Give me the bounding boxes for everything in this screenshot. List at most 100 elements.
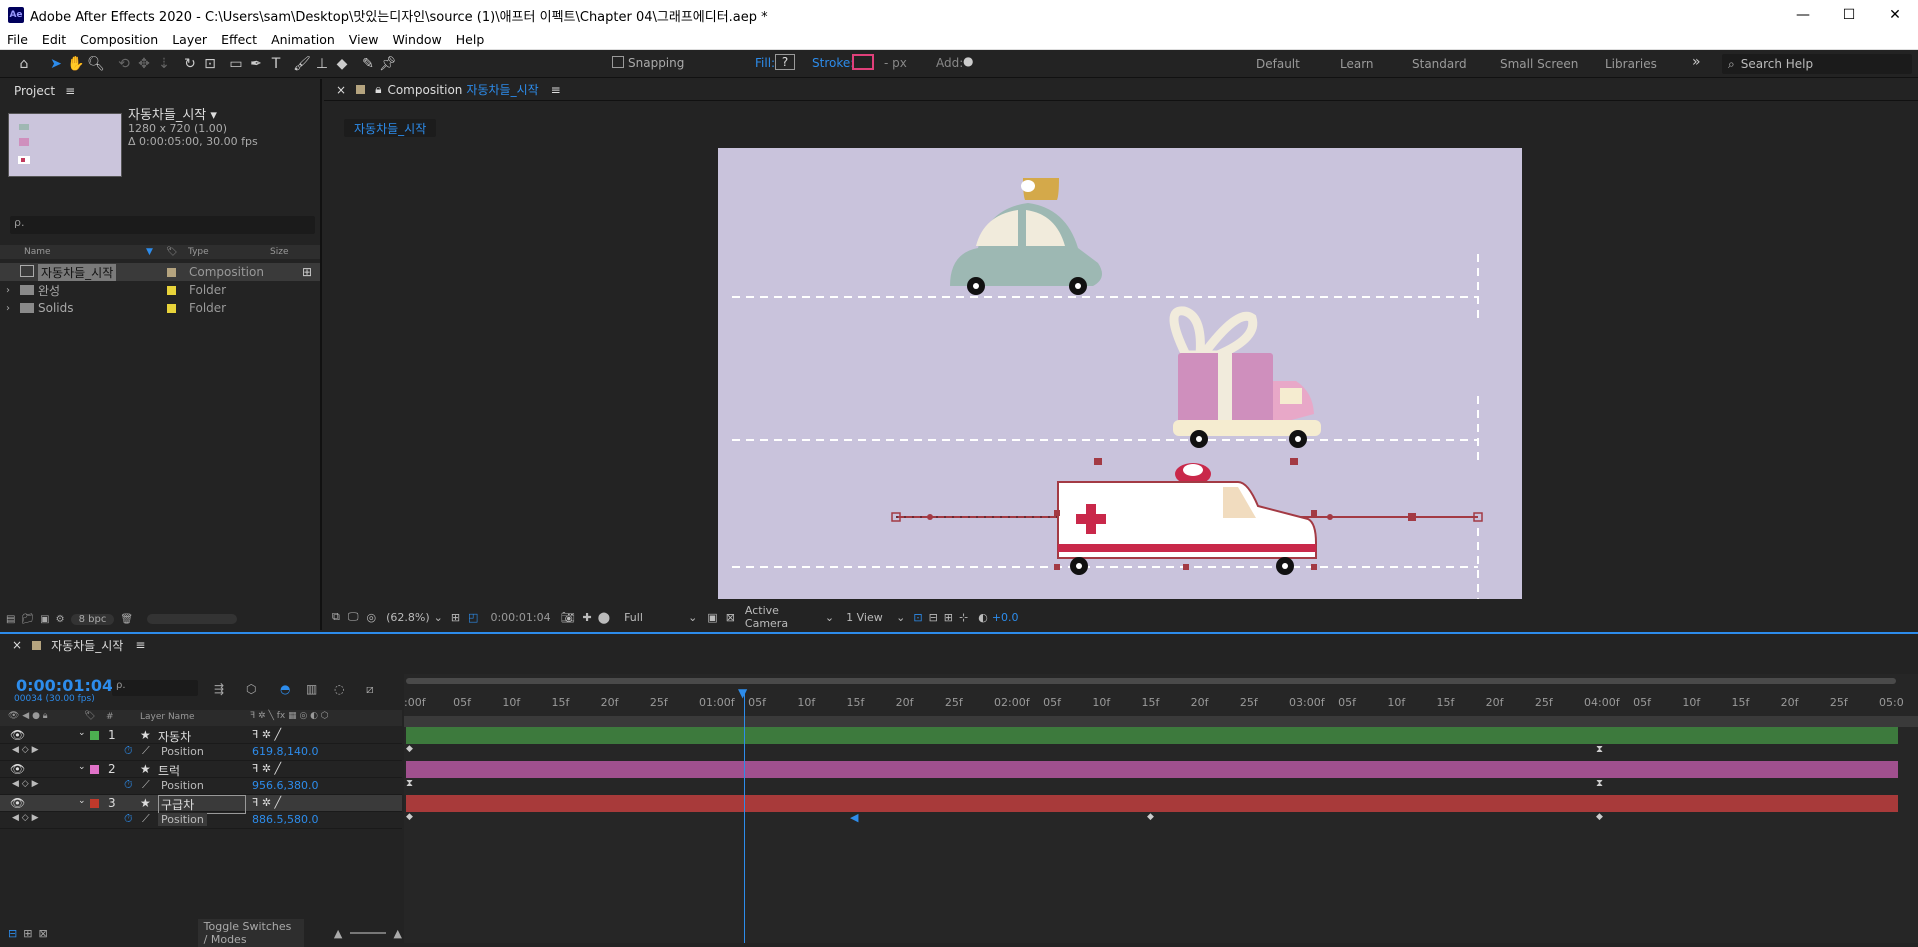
keyframe-icon[interactable]: ◆ (1596, 812, 1603, 822)
interpret-footage-icon[interactable]: ▤ (6, 614, 15, 625)
label-swatch[interactable] (90, 799, 99, 808)
exposure-icon[interactable]: ◐ (978, 611, 988, 624)
layer-switches-icon[interactable]: ⊞ (23, 927, 32, 940)
graph-icon[interactable]: ⟋ (142, 812, 150, 826)
timeline-tracks[interactable]: :00f 05f 10f 15f 20f 25f 01:00f 05f 10f 15f 20f 25f… (404, 674, 1918, 943)
zoom-slider[interactable] (350, 932, 386, 934)
current-time[interactable]: 0:00:01:04 (490, 611, 550, 624)
comp-viewer-canvas[interactable] (718, 148, 1522, 599)
maximize-button[interactable]: ☐ (1826, 0, 1872, 30)
comp-tab-name[interactable]: 자동차들_시작 (466, 81, 538, 98)
menu-effect[interactable]: Effect (214, 32, 264, 47)
project-search-input[interactable]: ρ. (10, 216, 315, 234)
layer-switches[interactable]: ꟻ ✲ ╱ (252, 796, 281, 809)
shy-layers-icon[interactable]: ◓ (280, 682, 290, 696)
new-comp-icon[interactable]: ▣ (40, 614, 49, 625)
snapping-checkbox[interactable] (612, 56, 624, 68)
collapse-arrow-icon[interactable]: ⌄ (78, 796, 86, 806)
selection-tool-icon[interactable]: ➤ (46, 54, 66, 74)
comp-tab-label[interactable]: Composition (387, 83, 462, 97)
zoom-out-icon[interactable]: ▲ (334, 927, 342, 940)
monitor-icon[interactable]: 🖵︎ (348, 610, 359, 624)
layer-name-header[interactable]: Layer Name (140, 712, 195, 722)
label-swatch[interactable] (90, 765, 99, 774)
property-value[interactable]: 956.6,380.0 (252, 779, 318, 792)
collapse-arrow-icon[interactable]: ⌄ (78, 728, 86, 738)
menu-composition[interactable]: Composition (73, 32, 165, 47)
render-time-icon[interactable]: ⊟ (8, 927, 17, 940)
layer-bar-ambulance[interactable] (406, 795, 1898, 812)
collapse-arrow-icon[interactable]: ⌄ (78, 762, 86, 772)
zoom-level[interactable]: (62.8%) (386, 611, 430, 624)
keyframe-icon[interactable]: ◆ (406, 812, 413, 822)
keyframe-icon[interactable]: ⧗ (1596, 744, 1603, 755)
panel-menu-icon[interactable]: ≡ (65, 84, 75, 98)
graph-icon[interactable]: ⟋ (142, 778, 150, 792)
property-value[interactable]: 886.5,580.0 (252, 813, 318, 826)
region-icon[interactable]: ◰ (468, 611, 478, 624)
visibility-icon[interactable]: 👁︎ (10, 796, 25, 810)
visibility-icon[interactable]: 👁︎ (10, 762, 25, 776)
keyframe-navigator[interactable]: ◀ ◇ ▶ (12, 745, 39, 755)
draft-3d-icon[interactable]: ⊟ (929, 611, 938, 624)
fill-swatch[interactable]: ? (775, 54, 795, 70)
toggle-pixel-icon[interactable]: ⊡ (913, 611, 922, 624)
comp-mini-flowchart-icon[interactable]: ⇶ (214, 682, 224, 696)
label-swatch[interactable] (167, 286, 176, 295)
keyframe-icon-selected[interactable]: ◀ (850, 811, 858, 824)
time-ruler[interactable]: :00f 05f 10f 15f 20f 25f 01:00f 05f 10f 15f 20f 25f… (404, 674, 1918, 714)
panel-menu-icon[interactable]: ≡ (551, 83, 561, 97)
menu-view[interactable]: View (342, 32, 386, 47)
sort-icon[interactable]: ▼ (146, 247, 153, 257)
zoom-in-icon[interactable]: ▲ (394, 927, 402, 940)
project-item-comp[interactable]: 자동차들_시작 Composition ⊞ (0, 263, 320, 281)
workspace-standard[interactable]: Standard (1412, 57, 1467, 71)
clone-stamp-tool-icon[interactable]: ⊥ (312, 54, 332, 74)
flowchart-icon[interactable]: ⊹ (959, 611, 968, 624)
chevron-down-icon[interactable]: ⌄ (688, 611, 697, 624)
more-workspaces-icon[interactable]: » (1692, 54, 1701, 70)
channel-icon[interactable]: ✚ (583, 611, 592, 624)
stroke-swatch[interactable] (852, 54, 874, 70)
timeline-search-input[interactable]: ρ. (112, 680, 198, 696)
menu-window[interactable]: Window (385, 32, 448, 47)
pan-behind-tool-icon[interactable]: ⊡ (200, 54, 220, 74)
expand-arrow-icon[interactable]: › (6, 285, 10, 296)
orbit-tool-icon[interactable]: ⟲ (114, 54, 134, 74)
close-button[interactable]: ✕ (1872, 0, 1918, 30)
rotate-tool-icon[interactable]: ↻ (180, 54, 200, 74)
menu-help[interactable]: Help (449, 32, 492, 47)
col-name[interactable]: Name (24, 247, 51, 257)
work-area-range[interactable] (404, 716, 1918, 727)
graph-icon[interactable]: ⟋ (142, 744, 150, 758)
label-swatch[interactable] (167, 304, 176, 313)
new-folder-icon[interactable]: 📁︎ (21, 614, 34, 625)
keyframe-icon[interactable]: ◆ (1147, 812, 1154, 822)
puppet-tool-icon[interactable]: 📌︎ (378, 54, 398, 74)
layer-switches[interactable]: ꟻ ✲ ╱ (252, 728, 281, 741)
close-tab-icon[interactable]: × (336, 83, 346, 97)
frame-blending-icon[interactable]: ▥ (306, 682, 317, 696)
camera-select[interactable]: Active Camera (745, 604, 825, 630)
work-area-bar[interactable] (406, 678, 1896, 684)
rectangle-tool-icon[interactable]: ▭ (226, 54, 246, 74)
label-column-icon[interactable]: 🏷︎ (84, 711, 95, 721)
project-item-folder[interactable]: › Solids Folder (0, 299, 320, 317)
motion-blur-icon[interactable]: ◌ (334, 682, 344, 696)
color-channel-icon[interactable]: ⬤ (598, 611, 610, 624)
minimize-button[interactable]: — (1780, 0, 1826, 30)
keyframe-icon[interactable]: ⧗ (1596, 778, 1603, 789)
layer-row[interactable]: 👁︎ ⌄ 2 ★ 트럭 ꟻ ✲ ╱ (0, 761, 402, 778)
flowchart-icon[interactable]: ⊞ (302, 265, 312, 279)
pen-tool-icon[interactable]: ✒ (246, 54, 266, 74)
workspace-small-screen[interactable]: Small Screen (1500, 57, 1578, 71)
camera-snapshot-icon[interactable]: 📷︎ (561, 611, 575, 624)
chevron-down-icon[interactable]: ⌄ (434, 611, 443, 624)
draft-3d-icon[interactable]: ⬡ (246, 682, 256, 696)
label-icon[interactable]: 🏷︎ (166, 247, 177, 257)
adjust-settings-icon[interactable]: ⚙ (56, 614, 65, 625)
timeline-tab-name[interactable]: 자동차들_시작 (51, 637, 123, 654)
keyframe-navigator[interactable]: ◀ ◇ ▶ (12, 779, 39, 789)
stopwatch-icon[interactable]: ⏱︎ (124, 812, 133, 826)
layer-bar-truck[interactable] (406, 761, 1898, 778)
